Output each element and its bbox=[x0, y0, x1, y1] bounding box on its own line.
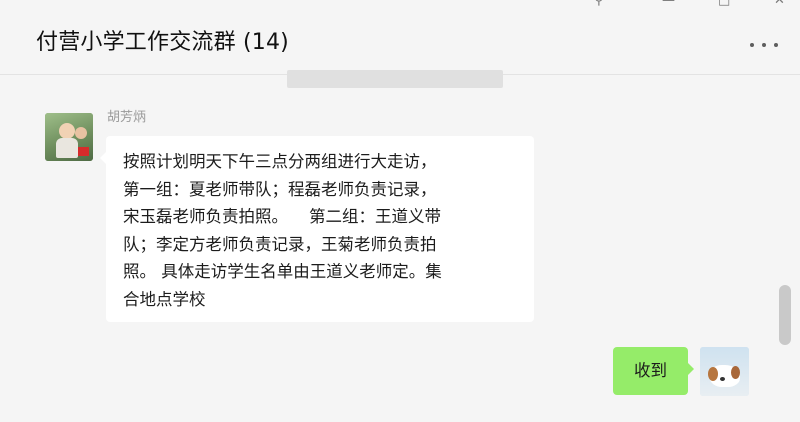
avatar[interactable] bbox=[700, 347, 749, 396]
maximize-icon[interactable]: □ bbox=[718, 0, 730, 8]
scrollbar-thumb[interactable] bbox=[779, 285, 791, 345]
message-text: 按照计划明天下午三点分两组进行大走访， 第一组：夏老师带队；程磊老师负责记录， … bbox=[123, 152, 442, 309]
ellipsis-icon[interactable] bbox=[750, 40, 778, 50]
scrollbar[interactable] bbox=[779, 90, 791, 422]
close-icon[interactable]: ✕ bbox=[774, 0, 785, 8]
chat-header: 付营小学工作交流群 (14) ⚲ — □ ✕ bbox=[0, 0, 800, 75]
minimize-icon[interactable]: — bbox=[662, 0, 675, 8]
message-bubble-received[interactable]: 按照计划明天下午三点分两组进行大走访， 第一组：夏老师带队；程磊老师负责记录， … bbox=[100, 136, 534, 322]
chat-title: 付营小学工作交流群 (14) bbox=[36, 30, 289, 55]
pin-icon[interactable]: ⚲ bbox=[594, 0, 604, 8]
avatar[interactable] bbox=[45, 113, 93, 161]
message-bubble-sent[interactable]: 收到 bbox=[613, 347, 694, 395]
window-controls: ⚲ — □ ✕ bbox=[590, 0, 800, 14]
sender-name: 胡芳炳 bbox=[107, 110, 147, 125]
system-message bbox=[287, 70, 503, 88]
